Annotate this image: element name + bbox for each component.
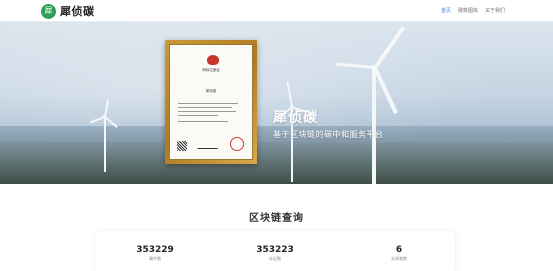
- stat-event-count: 353229 事件数: [115, 246, 195, 261]
- section-title: 区块链查询: [249, 213, 304, 224]
- brand-logo[interactable]: 犀 犀侦碳: [41, 3, 95, 19]
- hero-ground: [0, 142, 553, 184]
- main-nav: 首页 碳数图库 关于我们: [441, 7, 505, 14]
- national-emblem-icon: [207, 55, 219, 65]
- stat-value: 353223: [256, 245, 294, 255]
- nav-item-home[interactable]: 首页: [441, 7, 451, 14]
- stat-label: 事件数: [149, 256, 161, 261]
- nav-item-gallery[interactable]: 碳数图库: [458, 7, 478, 14]
- certificate-trademark-name: 犀侦碳: [205, 89, 217, 93]
- stat-label: 交易笔数: [391, 256, 407, 261]
- official-seal-icon: [230, 137, 244, 151]
- brand-name: 犀侦碳: [60, 5, 95, 18]
- brand-logo-icon: 犀: [41, 3, 56, 19]
- stat-value: 6: [395, 245, 403, 255]
- nav-item-about[interactable]: 关于我们: [485, 7, 505, 14]
- hero-title: 犀侦碳: [273, 110, 318, 126]
- hero-banner: [0, 22, 553, 184]
- stat-transaction-count: 6 交易笔数: [359, 246, 439, 261]
- signature: [197, 143, 219, 149]
- top-header: 犀 犀侦碳 首页 碳数图库 关于我们: [0, 0, 553, 22]
- stat-value: 353229: [136, 245, 174, 255]
- trademark-certificate: 商标注册证 犀侦碳: [165, 40, 257, 164]
- certificate-title: 商标注册证: [202, 68, 220, 72]
- stat-label: 存证数: [269, 256, 281, 261]
- stat-evidence-count: 353223 存证数: [235, 246, 315, 261]
- hero-subtitle: 基于区块链的碳中和服务平台: [273, 130, 384, 139]
- blockchain-stats-card: 353229 事件数 353223 存证数 6 交易笔数: [95, 231, 455, 271]
- qr-code-icon: [177, 141, 187, 151]
